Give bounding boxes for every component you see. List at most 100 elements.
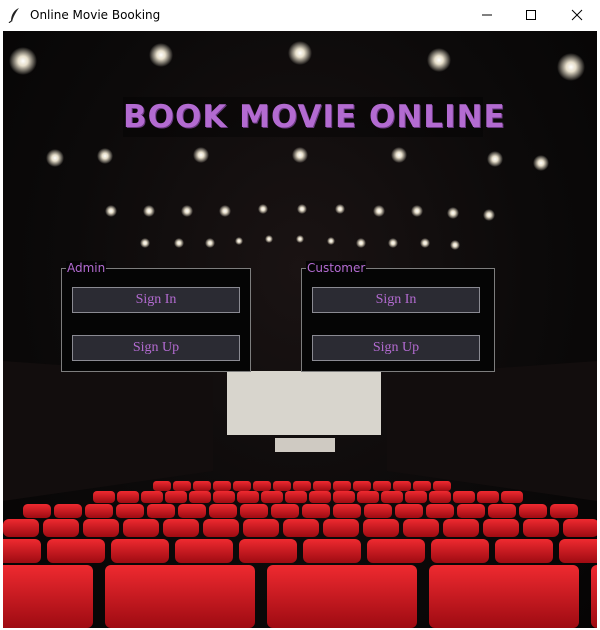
ceiling-light <box>335 204 345 214</box>
cinema-seat <box>165 491 187 503</box>
cinema-seat <box>293 481 311 491</box>
cinema-seat <box>3 519 39 537</box>
ceiling-light <box>97 148 113 164</box>
cinema-seat <box>363 519 399 537</box>
cinema-seat <box>141 491 163 503</box>
cinema-seat <box>373 481 391 491</box>
cinema-seat <box>271 504 299 518</box>
ceiling-light <box>391 147 407 163</box>
cinema-seat <box>83 519 119 537</box>
cinema-seat <box>43 519 79 537</box>
close-icon <box>571 9 583 21</box>
ceiling-light <box>219 205 231 217</box>
cinema-seat <box>395 504 423 518</box>
ceiling-light <box>149 43 173 67</box>
ceiling-light <box>105 205 117 217</box>
cinema-seat <box>117 491 139 503</box>
ceiling-light <box>327 237 335 245</box>
cinema-seat <box>488 504 516 518</box>
cinema-seat <box>203 519 239 537</box>
cinema-seat <box>85 504 113 518</box>
cinema-seat <box>501 491 523 503</box>
cinema-seat <box>209 504 237 518</box>
customer-sign-up-button[interactable]: Sign Up <box>312 335 480 361</box>
minimize-icon <box>482 14 492 16</box>
ceiling-light <box>46 149 64 167</box>
admin-sign-in-button[interactable]: Sign In <box>72 287 240 313</box>
cinema-seat <box>3 539 41 563</box>
customer-group: Customer Sign In Sign Up <box>301 261 495 372</box>
cinema-seat <box>267 565 417 628</box>
window-titlebar: Online Movie Booking <box>0 0 600 30</box>
cinema-seat <box>477 491 499 503</box>
cinema-seat <box>559 539 597 563</box>
ceiling-light <box>483 209 495 221</box>
cinema-seat <box>333 504 361 518</box>
cinema-seat <box>123 519 159 537</box>
admin-group-label: Admin <box>66 261 107 275</box>
cinema-seat <box>173 481 191 491</box>
ceiling-light <box>373 205 385 217</box>
page-heading: BOOK MOVIE ONLINE <box>123 97 506 137</box>
cinema-seat <box>213 491 235 503</box>
cinema-seat <box>591 565 597 628</box>
window-title: Online Movie Booking <box>30 8 161 22</box>
cinema-seat <box>243 519 279 537</box>
maximize-icon <box>526 10 536 20</box>
cinema-background: BOOK MOVIE ONLINE Admin Sign In Sign Up … <box>3 31 597 628</box>
ceiling-light <box>292 147 308 163</box>
ceiling-light <box>205 238 215 248</box>
cinema-seat <box>323 519 359 537</box>
ceiling-light <box>487 151 503 167</box>
cinema-seat <box>239 539 297 563</box>
ceiling-light <box>265 235 273 243</box>
cinema-seat <box>163 519 199 537</box>
ceiling-light <box>288 41 312 65</box>
cinema-seat <box>357 491 379 503</box>
customer-group-label: Customer <box>306 261 367 275</box>
cinema-seat <box>333 481 351 491</box>
ceiling-light <box>447 207 459 219</box>
cinema-seat <box>433 481 451 491</box>
cinema-seat <box>457 504 485 518</box>
cinema-seat <box>233 481 251 491</box>
cinema-seat <box>153 481 171 491</box>
ceiling-light <box>235 237 243 245</box>
cinema-seat <box>403 519 439 537</box>
cinema-seat <box>550 504 578 518</box>
admin-group: Admin Sign In Sign Up <box>61 261 251 372</box>
ceiling-light <box>140 238 150 248</box>
cinema-seat <box>309 491 331 503</box>
cinema-seat <box>105 565 255 628</box>
ceiling-light <box>557 53 585 81</box>
cinema-seat <box>443 519 479 537</box>
customer-sign-in-button[interactable]: Sign In <box>312 287 480 313</box>
maximize-button[interactable] <box>508 0 554 30</box>
ceiling-light <box>427 48 451 72</box>
cinema-seat <box>405 491 427 503</box>
minimize-button[interactable] <box>464 0 510 30</box>
cinema-seat <box>193 481 211 491</box>
ceiling-light <box>174 238 184 248</box>
cinema-seat <box>302 504 330 518</box>
cinema-seat <box>393 481 411 491</box>
ceiling-light <box>297 204 307 214</box>
ceiling-light <box>193 147 209 163</box>
cinema-seat <box>453 491 475 503</box>
ceiling-light <box>420 238 430 248</box>
cinema-seat <box>364 504 392 518</box>
cinema-seat <box>283 519 319 537</box>
cinema-seat <box>313 481 331 491</box>
cinema-seat <box>429 565 579 628</box>
admin-sign-up-button[interactable]: Sign Up <box>72 335 240 361</box>
cinema-seat <box>116 504 144 518</box>
cinema-seat <box>563 519 597 537</box>
cinema-seat <box>333 491 355 503</box>
cinema-seat <box>189 491 211 503</box>
ceiling-light <box>9 47 37 75</box>
ceiling-light <box>356 238 366 248</box>
cinema-seat <box>273 481 291 491</box>
close-button[interactable] <box>554 0 600 30</box>
cinema-seat <box>261 491 283 503</box>
cinema-seat <box>483 519 519 537</box>
